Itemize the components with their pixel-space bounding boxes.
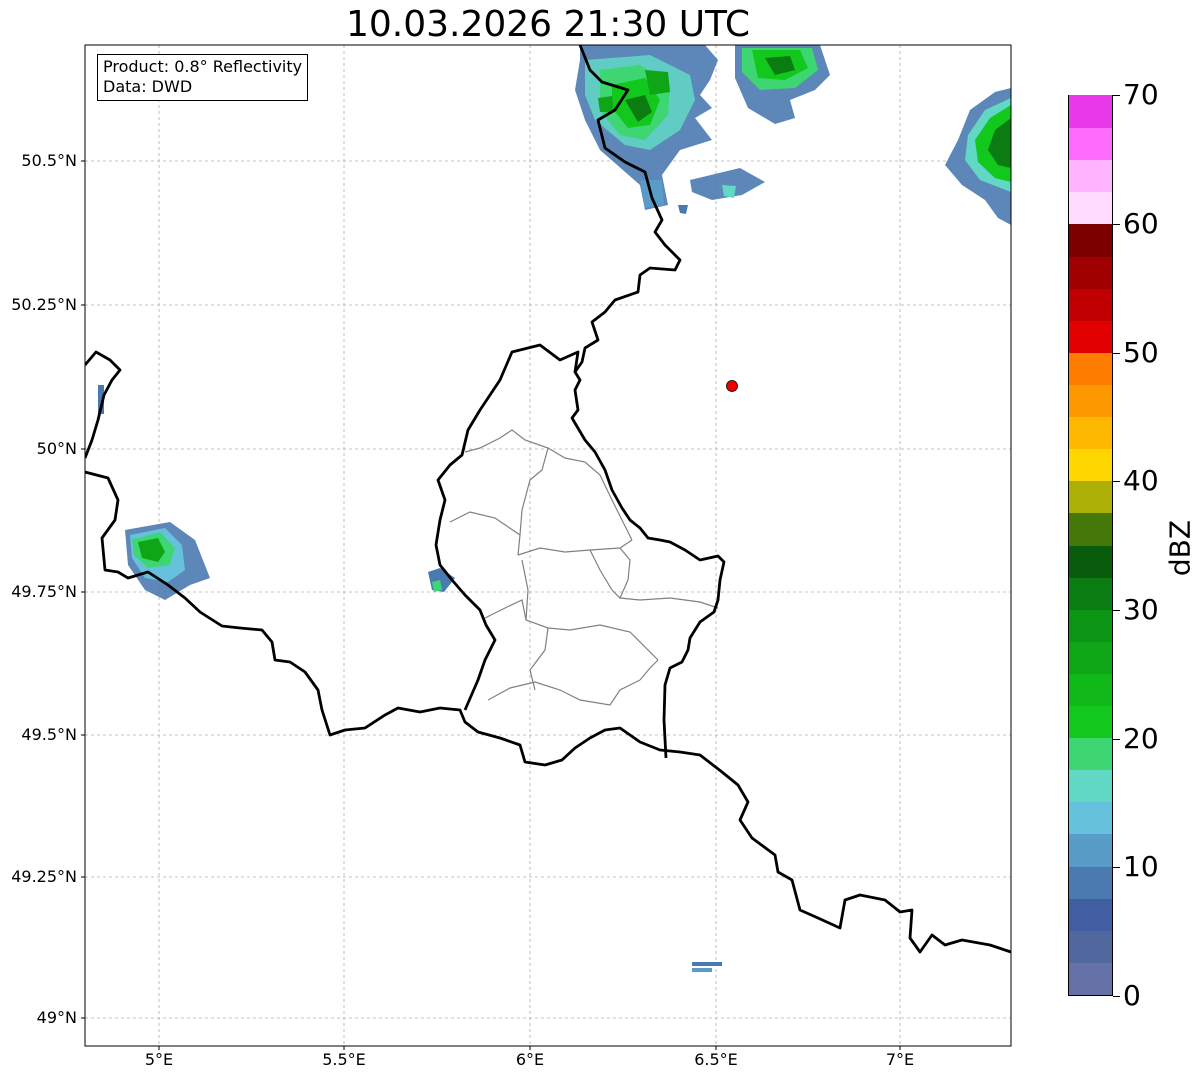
colorbar-segment <box>1069 512 1112 546</box>
cb-tick-50: 50 <box>1123 336 1159 369</box>
cb-tick-30: 30 <box>1123 593 1159 626</box>
lat-label-49: 49°N <box>36 1008 77 1027</box>
colorbar-segment <box>1069 962 1112 995</box>
cb-tick-mark-60 <box>1113 224 1120 225</box>
colorbar-segment <box>1069 769 1112 803</box>
cb-tick-20: 20 <box>1123 722 1159 755</box>
colorbar-segment <box>1069 255 1112 289</box>
colorbar-segment <box>1069 737 1112 771</box>
colorbar-segment <box>1069 95 1112 129</box>
radar-site-marker <box>726 380 738 392</box>
map-canvas <box>81 44 1012 1050</box>
colorbar-segment <box>1069 191 1112 225</box>
colorbar-segment <box>1069 320 1112 353</box>
colorbar-segment <box>1069 577 1112 610</box>
product-info-box: Product: 0.8° Reflectivity Data: DWD <box>97 54 309 101</box>
cb-tick-60: 60 <box>1123 207 1159 240</box>
lon-label-5-5: 5.5°E <box>322 1050 366 1069</box>
colorbar-segment <box>1069 865 1112 899</box>
cb-tick-mark-50 <box>1113 353 1120 354</box>
colorbar-segment <box>1069 898 1112 931</box>
lon-label-7: 7°E <box>885 1050 915 1069</box>
lat-label-49-25: 49.25°N <box>11 867 77 886</box>
colorbar-segment <box>1069 223 1112 257</box>
cb-tick-0: 0 <box>1123 979 1141 1012</box>
colorbar-segment <box>1069 705 1112 739</box>
cb-tick-mark-10 <box>1113 867 1120 868</box>
colorbar-segment <box>1069 641 1112 674</box>
cb-tick-mark-0 <box>1113 996 1120 997</box>
colorbar-segment <box>1069 384 1112 418</box>
colorbar-segment <box>1069 127 1112 161</box>
product-text: Product: 0.8° Reflectivity <box>103 57 303 76</box>
cb-tick-mark-40 <box>1113 481 1120 482</box>
colorbar-segment <box>1069 416 1112 450</box>
colorbar-segment <box>1069 480 1112 514</box>
colorbar-segment <box>1069 609 1112 642</box>
cb-tick-mark-70 <box>1113 95 1120 96</box>
colorbar-segment <box>1069 673 1112 707</box>
lat-label-49-5: 49.5°N <box>21 725 77 744</box>
lat-label-50-25: 50.25°N <box>11 295 77 314</box>
lat-label-50: 50°N <box>36 439 77 458</box>
colorbar-segment <box>1069 833 1112 867</box>
colorbar-segment <box>1069 930 1112 963</box>
colorbar-label: dBZ <box>1163 519 1197 577</box>
cb-tick-40: 40 <box>1123 464 1159 497</box>
lon-label-6-5: 6.5°E <box>694 1050 738 1069</box>
colorbar-segment <box>1069 448 1112 482</box>
colorbar-segment <box>1069 544 1112 578</box>
colorbar-segment <box>1069 352 1112 385</box>
lat-label-50-5: 50.5°N <box>21 151 77 170</box>
cb-tick-mark-30 <box>1113 610 1120 611</box>
lon-label-5: 5°E <box>144 1050 174 1069</box>
colorbar-segment <box>1069 159 1112 193</box>
cb-tick-10: 10 <box>1123 850 1159 883</box>
lon-label-6: 6°E <box>515 1050 545 1069</box>
dbz-colorbar <box>1068 95 1113 996</box>
colorbar-segment <box>1069 801 1112 835</box>
map-background <box>85 45 1011 1046</box>
colorbar-segment <box>1069 288 1112 321</box>
lat-label-49-75: 49.75°N <box>11 582 77 601</box>
cb-tick-mark-20 <box>1113 739 1120 740</box>
cb-tick-70: 70 <box>1123 78 1159 111</box>
data-source-text: Data: DWD <box>103 77 193 96</box>
